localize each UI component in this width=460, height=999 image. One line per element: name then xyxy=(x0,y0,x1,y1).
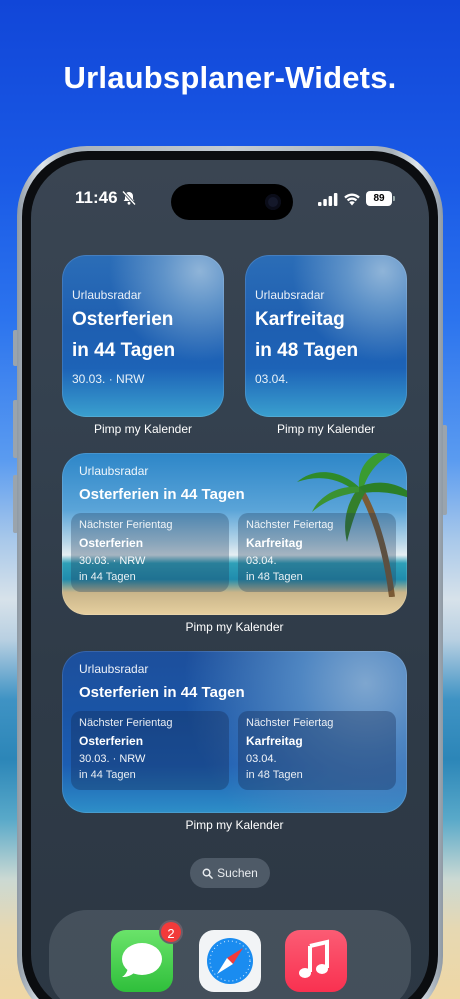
widget-label: Pimp my Kalender xyxy=(93,422,193,436)
panel-countdown: in 48 Tagen xyxy=(246,571,303,583)
phone-frame: 11:46 89 Urlaubsradar Osterferien in 44 … xyxy=(17,146,443,999)
widget-karfreitag-small[interactable]: Urlaubsradar Karfreitag in 48 Tagen 03.0… xyxy=(245,255,407,417)
widget-countdown: in 44 Tagen xyxy=(72,340,176,361)
panel-heading: Nächster Ferientag xyxy=(79,519,173,531)
panel-heading: Nächster Feiertag xyxy=(246,519,334,531)
widget-app-name: Urlaubsradar xyxy=(79,662,149,676)
widget-event-name: Karfreitag xyxy=(255,309,345,330)
cellular-signal-icon xyxy=(318,193,338,206)
widget-app-name: Urlaubsradar xyxy=(72,288,142,302)
next-public-holiday-panel: Nächster Feiertag Karfreitag 03.04. in 4… xyxy=(238,711,396,790)
next-holiday-panel: Nächster Ferientag Osterferien 30.03. · … xyxy=(71,513,229,592)
silent-mode-icon xyxy=(121,190,137,206)
widget-osterferien-small[interactable]: Urlaubsradar Osterferien in 44 Tagen 30.… xyxy=(62,255,224,417)
status-time: 11:46 xyxy=(75,188,118,207)
home-screen: 11:46 89 Urlaubsradar Osterferien in 44 … xyxy=(31,160,429,999)
panel-event-date: 30.03. · NRW xyxy=(79,555,146,567)
next-public-holiday-panel: Nächster Feiertag Karfreitag 03.04. in 4… xyxy=(238,513,396,592)
spotlight-search-button[interactable]: Suchen xyxy=(190,858,270,888)
widget-event-date: 03.04. xyxy=(255,372,289,386)
widget-countdown: in 48 Tagen xyxy=(255,340,359,361)
music-icon[interactable] xyxy=(285,930,347,992)
widget-app-name: Urlaubsradar xyxy=(79,464,149,478)
panel-heading: Nächster Ferientag xyxy=(79,717,173,729)
widget-app-name: Urlaubsradar xyxy=(255,288,325,302)
widget-label: Pimp my Kalender xyxy=(185,818,284,832)
status-bar: 11:46 89 xyxy=(31,184,429,220)
dock: 2 xyxy=(49,910,411,999)
widget-label: Pimp my Kalender xyxy=(185,620,284,634)
panel-event-date: 03.04. xyxy=(246,555,277,567)
panel-countdown: in 44 Tagen xyxy=(79,769,136,781)
panel-countdown: in 48 Tagen xyxy=(246,769,303,781)
widget-event-name: Osterferien xyxy=(72,309,174,330)
search-icon xyxy=(202,868,213,879)
panel-event-name: Osterferien xyxy=(79,734,144,748)
dynamic-island xyxy=(171,184,293,220)
widget-title: Osterferien in 44 Tagen xyxy=(79,486,245,503)
safari-icon[interactable] xyxy=(199,930,261,992)
widget-urlaubsradar-blue[interactable]: Urlaubsradar Osterferien in 44 Tagen Näc… xyxy=(62,651,407,813)
panel-event-name: Karfreitag xyxy=(246,536,303,550)
next-holiday-panel: Nächster Ferientag Osterferien 30.03. · … xyxy=(71,711,229,790)
panel-event-date: 03.04. xyxy=(246,753,277,765)
search-label: Suchen xyxy=(217,866,258,880)
widget-event-date: 30.03. · NRW xyxy=(72,372,145,386)
panel-heading: Nächster Feiertag xyxy=(246,717,334,729)
messages-badge: 2 xyxy=(159,920,183,944)
widget-urlaubsradar-beach[interactable]: Urlaubsradar Osterferien in 44 Tagen Näc… xyxy=(62,453,407,615)
panel-event-name: Osterferien xyxy=(79,536,144,550)
headline: Urlaubsplaner-Widets. xyxy=(63,60,397,95)
panel-countdown: in 44 Tagen xyxy=(79,571,136,583)
panel-event-name: Karfreitag xyxy=(246,734,303,748)
widget-title: Osterferien in 44 Tagen xyxy=(79,684,245,701)
widget-label: Pimp my Kalender xyxy=(276,422,376,436)
battery-indicator: 89 xyxy=(366,191,395,206)
wifi-icon xyxy=(344,193,360,206)
panel-event-date: 30.03. · NRW xyxy=(79,753,146,765)
front-camera-icon xyxy=(265,194,281,210)
